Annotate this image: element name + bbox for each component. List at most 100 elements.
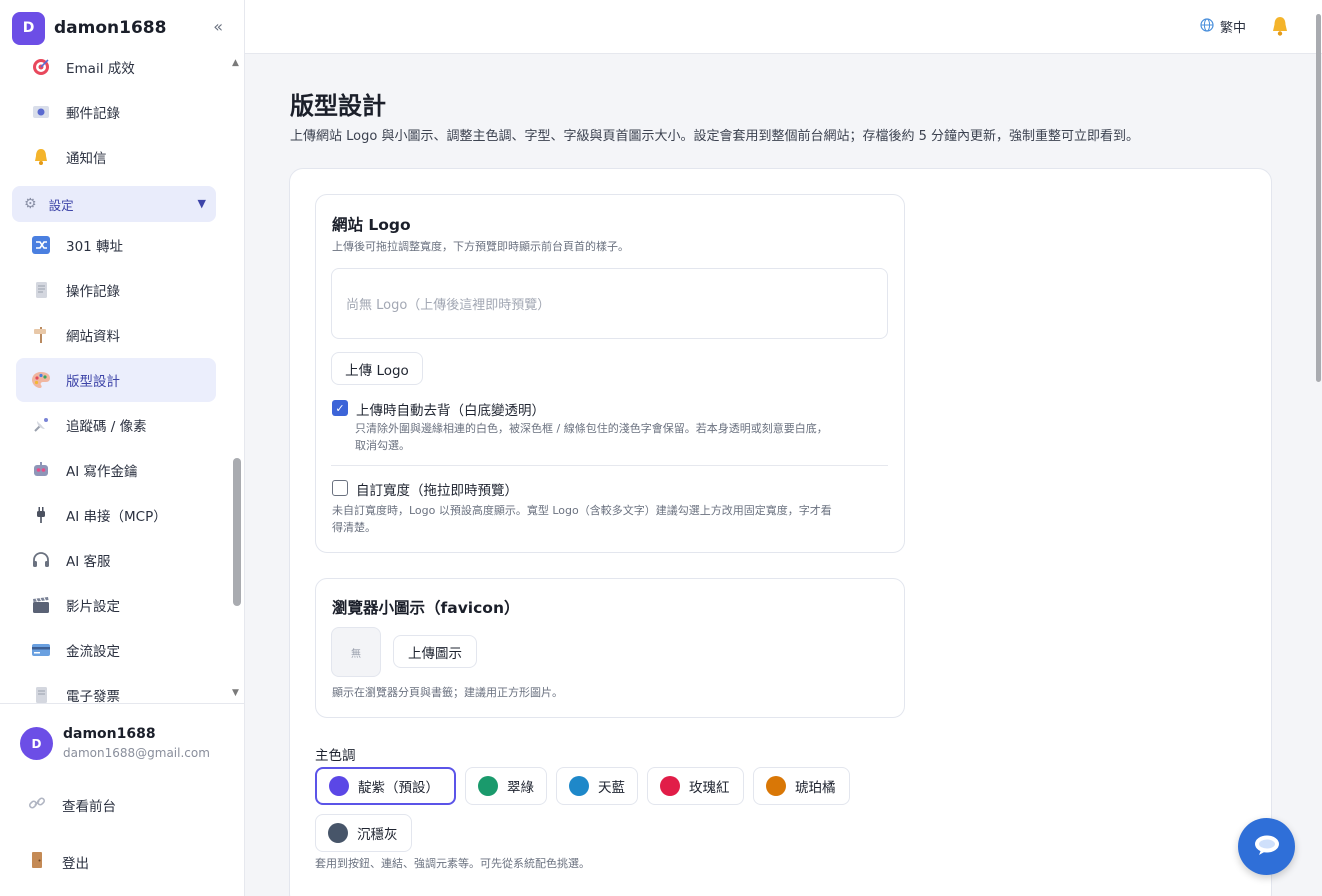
color-option-label: 琥珀橘: [795, 780, 836, 796]
divider: [331, 465, 888, 466]
language-switcher[interactable]: 繁中: [1200, 17, 1246, 36]
sidebar-item-label: AI 寫作金鑰: [66, 464, 138, 480]
sidebar-footer: D damon1688 damon1688@gmail.com 查看前台 登出: [0, 703, 245, 896]
sidebar-item-label: 追蹤碼 / 像素: [66, 419, 147, 435]
auto-remove-bg-hint-cont: 取消勾選。: [355, 439, 410, 452]
theme-color-label: 主色調: [315, 748, 356, 764]
clapper-icon: [30, 594, 52, 616]
color-option-indigo[interactable]: 靛紫（預設）: [315, 767, 456, 805]
auto-remove-bg-checkbox[interactable]: ✓: [332, 400, 348, 416]
color-option-label: 沉穩灰: [357, 827, 398, 843]
signpost-icon: [30, 324, 52, 346]
custom-width-hint-cont: 得清楚。: [332, 521, 376, 534]
color-dot: [328, 823, 348, 843]
logo-section-title: 網站 Logo: [332, 216, 411, 234]
sidebar-scrollbar[interactable]: ▲ ▼: [231, 58, 243, 703]
logo-section-hint: 上傳後可拖拉調整寬度，下方預覽即時顯示前台頁首的樣子。: [332, 240, 629, 253]
sidebar-item-video-settings[interactable]: 影片設定: [16, 583, 216, 627]
auto-remove-bg-hint: 只清除外圍與邊緣相連的白色，被深色框 / 線條包住的淺色字會保留。若本身透明或刻…: [355, 422, 828, 435]
plug-icon: [30, 504, 52, 526]
sidebar-item-notification-mail[interactable]: 通知信: [16, 135, 216, 179]
sidebar-item-label: 影片設定: [66, 599, 120, 615]
sidebar-item-email-performance[interactable]: Email 成效: [16, 48, 216, 89]
collapse-sidebar-button[interactable]: «: [213, 17, 223, 36]
custom-width-label[interactable]: 自訂寬度（拖拉即時預覽）: [356, 479, 518, 499]
chat-bubble-icon: [1253, 833, 1281, 861]
color-option-slate[interactable]: 沉穩灰: [315, 814, 412, 852]
sidebar-item-theme-design[interactable]: 版型設計: [16, 358, 216, 402]
user-name: damon1688: [63, 726, 156, 742]
chevron-down-icon: ▼: [197, 197, 206, 210]
gear-icon: ⚙: [24, 196, 37, 212]
sidebar-item-ai-support[interactable]: AI 客服: [16, 538, 216, 582]
sidebar-item-label: 電子發票: [66, 689, 120, 703]
chat-support-button[interactable]: [1238, 818, 1295, 875]
avatar: D: [20, 727, 53, 760]
color-option-amber[interactable]: 琥珀橘: [753, 767, 850, 805]
view-frontend-label: 查看前台: [62, 799, 116, 815]
sidebar-item-ai-mcp[interactable]: AI 串接（MCP）: [16, 493, 216, 537]
favicon-section-title: 瀏覽器小圖示（favicon）: [332, 599, 520, 617]
globe-icon: [1200, 17, 1214, 36]
sidebar-item-label: 郵件記錄: [66, 106, 120, 122]
sidebar-item-label: 網站資料: [66, 329, 120, 345]
scroll-up-arrow-icon[interactable]: ▲: [232, 58, 239, 68]
target-icon: [30, 56, 52, 78]
view-frontend-link[interactable]: 查看前台: [28, 794, 116, 816]
scroll-down-arrow-icon[interactable]: ▼: [232, 688, 239, 698]
color-option-label: 天藍: [598, 780, 625, 796]
page-description: 上傳網站 Logo 與小圖示、調整主色調、字型、字級與頁首圖示大小。設定會套用到…: [290, 129, 1139, 144]
page-scrollbar[interactable]: [1316, 0, 1322, 896]
sidebar-group-settings[interactable]: ⚙ 設定 ▼: [12, 186, 216, 222]
sidebar-item-redirect-301[interactable]: 301 轉址: [16, 223, 216, 267]
favicon-hint: 顯示在瀏覽器分頁與書籤；建議用正方形圖片。: [332, 686, 563, 699]
color-option-sky[interactable]: 天藍: [556, 767, 638, 805]
favicon-preview: 無: [331, 627, 381, 677]
color-option-rose[interactable]: 玫瑰紅: [647, 767, 744, 805]
custom-width-hint: 未自訂寬度時，Logo 以預設高度顯示。寬型 Logo（含較多文字）建議勾選上方…: [332, 504, 832, 517]
color-dot: [660, 776, 680, 796]
notification-bell-icon[interactable]: [1270, 15, 1290, 42]
link-icon: [28, 794, 48, 816]
logo-preview-placeholder: 尚無 Logo（上傳後這裡即時預覽）: [346, 298, 551, 313]
sidebar-item-mail-log[interactable]: 郵件記錄: [16, 90, 216, 134]
sidebar-group-label: 設定: [48, 197, 74, 213]
sidebar-scroll-thumb[interactable]: [233, 458, 241, 606]
auto-remove-bg-label[interactable]: 上傳時自動去背（白底變透明）: [356, 399, 545, 419]
robot-icon: [30, 459, 52, 481]
upload-favicon-button[interactable]: 上傳圖示: [393, 635, 477, 668]
color-option-label: 玫瑰紅: [689, 780, 730, 796]
sidebar-item-label: 金流設定: [66, 644, 120, 660]
theme-color-hint: 套用到按鈕、連結、強調元素等。可先從系統配色挑選。: [315, 857, 590, 870]
sidebar-item-site-info[interactable]: 網站資料: [16, 313, 216, 357]
sidebar: D damon1688 « Email 成效 郵件記錄 通知信 ⚙ 設定 ▼ 3…: [0, 0, 245, 896]
brand-name: damon1688: [54, 18, 167, 38]
sidebar-item-label: Email 成效: [66, 61, 135, 77]
door-icon: [28, 851, 48, 873]
sidebar-item-label: 版型設計: [66, 374, 120, 390]
bell-icon: [30, 146, 52, 168]
brand-avatar: D: [12, 11, 45, 45]
sidebar-item-e-invoice[interactable]: 電子發票: [16, 673, 216, 703]
sidebar-item-activity-log[interactable]: 操作記錄: [16, 268, 216, 312]
page-scroll-thumb[interactable]: [1316, 14, 1321, 382]
palette-icon: [30, 369, 52, 391]
sidebar-item-payment-settings[interactable]: 金流設定: [16, 628, 216, 672]
sidebar-item-label: AI 客服: [66, 554, 111, 570]
logout-link[interactable]: 登出: [28, 851, 89, 873]
sidebar-item-ai-writing-key[interactable]: AI 寫作金鑰: [16, 448, 216, 492]
sidebar-item-tracking-pixel[interactable]: 追蹤碼 / 像素: [16, 403, 216, 447]
upload-logo-button[interactable]: 上傳 Logo: [331, 352, 423, 385]
mail-log-icon: [30, 101, 52, 123]
color-option-emerald[interactable]: 翠綠: [465, 767, 547, 805]
language-label: 繁中: [1219, 21, 1246, 36]
color-dot: [569, 776, 589, 796]
logout-label: 登出: [62, 856, 89, 872]
scroll-icon: [30, 279, 52, 301]
custom-width-checkbox[interactable]: [332, 480, 348, 496]
color-option-label: 翠綠: [507, 780, 534, 796]
color-option-label: 靛紫（預設）: [358, 780, 439, 796]
sidebar-item-label: 通知信: [66, 151, 107, 167]
user-email: damon1688@gmail.com: [63, 746, 210, 760]
color-dot: [478, 776, 498, 796]
